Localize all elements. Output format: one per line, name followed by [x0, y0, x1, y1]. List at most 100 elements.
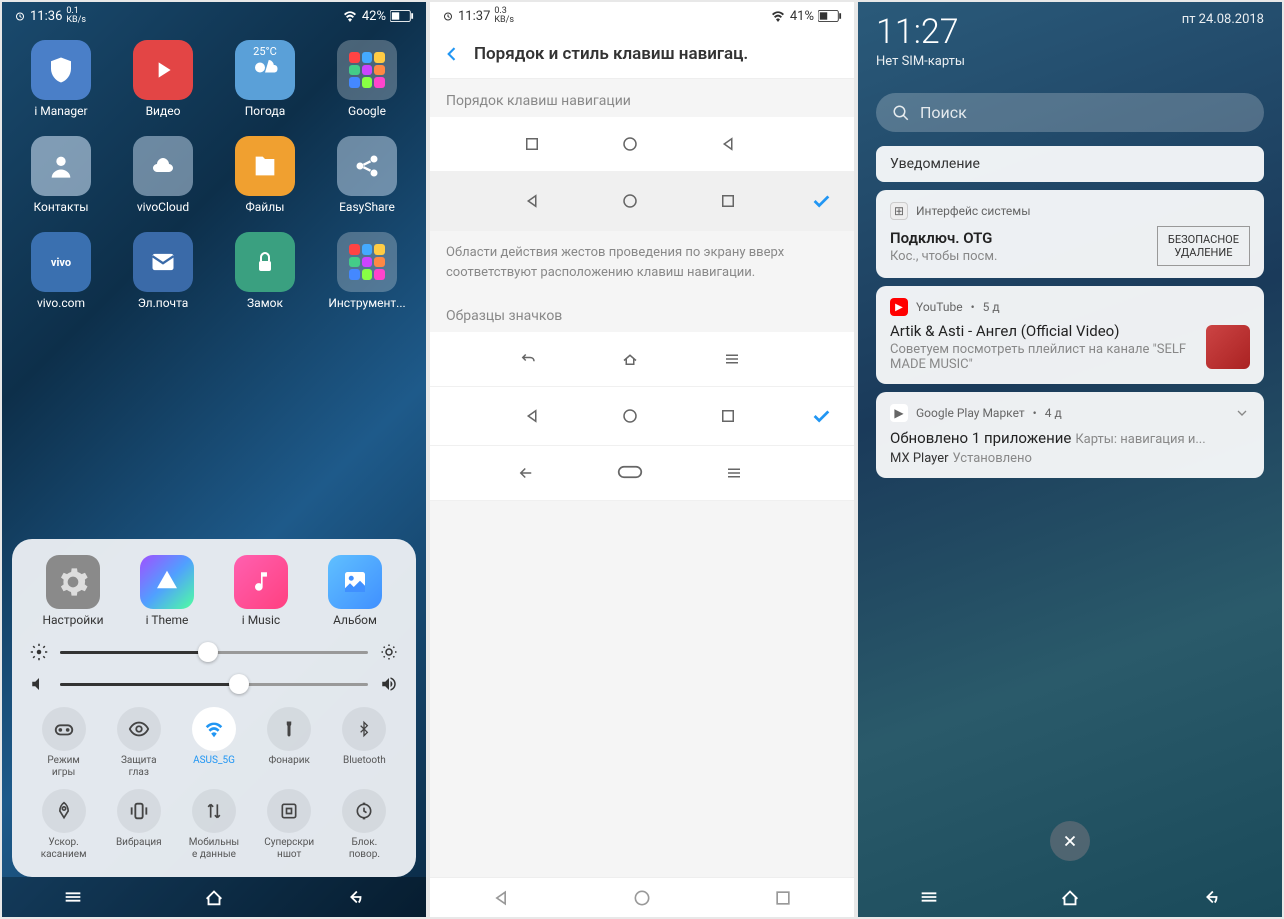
notification-card[interactable]: ▶ YouTube • 5 д Artik & Asti - Ангел (Of… [876, 286, 1264, 384]
nav-home-icon[interactable] [1059, 886, 1081, 908]
back-icon[interactable] [442, 44, 462, 64]
toggle-label: Мобильны е данные [189, 837, 239, 861]
oval-icon [617, 464, 643, 480]
nav-menu-icon[interactable] [62, 886, 84, 908]
chevron-down-icon[interactable] [1234, 405, 1250, 421]
app-label: Настройки [42, 613, 103, 627]
wifi-icon [770, 10, 786, 22]
settings-phone: 11:37 0.3 KB/s 41% Порядок и стиль клави… [430, 2, 854, 917]
wifi-icon [342, 10, 358, 22]
sun-icon [380, 643, 398, 661]
volume-low-icon [30, 675, 48, 693]
app-файлы[interactable]: Файлы [214, 136, 316, 214]
bt-icon [342, 707, 386, 751]
nav-home-icon[interactable] [632, 888, 652, 908]
gear-icon [46, 555, 100, 609]
toggle-wifi[interactable]: ASUS_5G [176, 707, 251, 779]
page-title: Порядок и стиль клавиш навигац. [474, 44, 748, 64]
panel-app-i theme[interactable]: i Theme [120, 555, 214, 627]
app-инструмент[interactable]: Инструмент... [316, 232, 418, 310]
toggle-data[interactable]: Мобильны е данные [176, 789, 251, 861]
navigation-bar [430, 877, 854, 917]
notification-app-name: Интерфейс системы [916, 204, 1031, 218]
lock-time: 11:27 [876, 12, 959, 52]
gear-icon[interactable] [30, 643, 48, 661]
nav-style-option-3[interactable] [430, 446, 854, 501]
toggle-label: Суперскри ншот [264, 837, 314, 861]
nav-order-option-1[interactable] [430, 117, 854, 172]
weather-icon: 25°C [235, 40, 295, 100]
status-time: 11:37 [458, 9, 490, 24]
app-google[interactable]: Google [316, 40, 418, 118]
notification-section-header: Уведомление [876, 146, 1264, 182]
nav-style-option-1[interactable] [430, 332, 854, 387]
toggle-vibrate[interactable]: Вибрация [101, 789, 176, 861]
app-imanager[interactable]: i Manager [10, 40, 112, 118]
app-замок[interactable]: Замок [214, 232, 316, 310]
prism-icon [140, 555, 194, 609]
toggle-label: Блок. повор. [349, 837, 380, 861]
notification-title-extra: Карты: навигация и... [1075, 432, 1205, 447]
nav-style-option-2[interactable] [430, 387, 854, 446]
panel-app-настройки[interactable]: Настройки [26, 555, 120, 627]
nav-home-icon[interactable] [203, 886, 225, 908]
folder-icon [337, 232, 397, 292]
panel-app-альбом[interactable]: Альбом [308, 555, 402, 627]
nav-back-icon[interactable] [1200, 886, 1222, 908]
toggle-bt[interactable]: Bluetooth [327, 707, 402, 779]
battery-icon [390, 10, 414, 22]
brightness-slider[interactable] [60, 651, 368, 654]
notification-card[interactable]: ⊞ Интерфейс системы Подключ. OTG Кос., ч… [876, 190, 1264, 278]
nav-back-icon[interactable] [491, 888, 511, 908]
app-easyshare[interactable]: EasyShare [316, 136, 418, 214]
app-vivocloud[interactable]: vivoCloud [112, 136, 214, 214]
app-label: i Theme [146, 613, 189, 627]
app-label: Google [348, 104, 386, 118]
volume-slider[interactable] [60, 683, 368, 686]
nav-back-icon[interactable] [344, 886, 366, 908]
app-label: Видео [146, 104, 181, 118]
notification-app-name: YouTube [916, 300, 963, 314]
navigation-bar [2, 877, 426, 917]
square-icon [719, 407, 737, 425]
homescreen-phone: 11:36 0.1 KB/s 42% i ManagerВидео25°CПог… [2, 2, 426, 917]
search-icon [892, 104, 910, 122]
status-battery: 41% [790, 9, 814, 24]
sim-status: Нет SIM-карты [876, 54, 1264, 69]
app-видео[interactable]: Видео [112, 40, 214, 118]
status-battery: 42% [362, 9, 386, 24]
section-label: Образцы значков [430, 294, 854, 332]
app-label: i Manager [34, 104, 87, 118]
circle-icon [621, 192, 639, 210]
music-icon [234, 555, 288, 609]
toggle-label: Bluetooth [343, 755, 386, 767]
youtube-icon: ▶ [890, 298, 908, 316]
quick-toggles-grid: Режим игры Защита глазASUS_5GФонарик Bluet… [26, 707, 402, 861]
toggle-rocket[interactable]: Ускор. касанием [26, 789, 101, 861]
toggle-screenshot[interactable]: Суперскри ншот [252, 789, 327, 861]
notification-action-button[interactable]: БЕЗОПАСНОЕ УДАЛЕНИЕ [1157, 226, 1250, 266]
nav-order-option-2[interactable] [430, 172, 854, 231]
notification-card[interactable]: ▶ Google Play Маркет • 4 д Обновлено 1 п… [876, 392, 1264, 478]
lock-icon [235, 232, 295, 292]
notification-thumbnail [1206, 325, 1250, 369]
app-элпочта[interactable]: Эл.почта [112, 232, 214, 310]
app-vivocom[interactable]: vivovivo.com [10, 232, 112, 310]
panel-app-i music[interactable]: i Music [214, 555, 308, 627]
search-placeholder: Поиск [920, 103, 967, 122]
nav-menu-icon[interactable] [918, 886, 940, 908]
volume-high-icon [380, 675, 398, 693]
toggle-game[interactable]: Режим игры [26, 707, 101, 779]
app-контакты[interactable]: Контакты [10, 136, 112, 214]
game-icon [42, 707, 86, 751]
toggle-rotation[interactable]: Блок. повор. [327, 789, 402, 861]
search-bar[interactable]: Поиск [876, 93, 1264, 132]
toggle-eye[interactable]: Защита глаз [101, 707, 176, 779]
toggle-label: Режим игры [47, 755, 79, 779]
nav-recents-icon[interactable] [773, 888, 793, 908]
toggle-torch[interactable]: Фонарик [252, 707, 327, 779]
home-apps-grid: i ManagerВидео25°CПогодаGoogleКонтактыvi… [2, 30, 426, 320]
app-погода[interactable]: 25°CПогода [214, 40, 316, 118]
dismiss-all-button[interactable] [1050, 821, 1090, 861]
notification-title: Artik & Asti - Ангел (Official Video) [890, 322, 1196, 340]
